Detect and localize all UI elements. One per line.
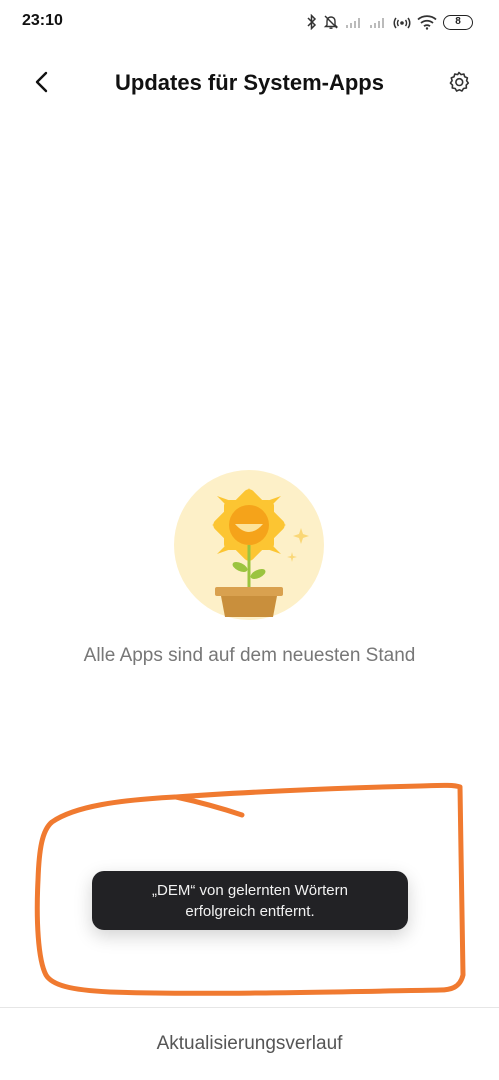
status-time: 23:10 (22, 12, 63, 29)
battery-level: 8 (455, 16, 461, 27)
page-title: Updates für System-Apps (115, 70, 384, 95)
header: Updates für System-Apps (0, 56, 499, 112)
wifi-icon (417, 14, 437, 30)
bell-muted-icon (323, 14, 339, 30)
status-icons: 8 (307, 12, 473, 32)
toast-line-2: erfolgreich entfernt. (185, 902, 315, 920)
settings-button[interactable] (443, 68, 475, 100)
update-history-link[interactable]: Aktualisierungsverlauf (0, 1033, 499, 1055)
hotspot-icon (393, 14, 411, 30)
empty-state-message: Alle Apps sind auf dem neuesten Stand (83, 645, 416, 666)
toast-line-1: „DEM“ von gelernten Wörtern (152, 881, 348, 899)
bluetooth-icon (307, 14, 317, 30)
toast-notification: „DEM“ von gelernten Wörtern erfolgreich … (92, 871, 408, 930)
signal-icon (369, 15, 387, 29)
signal-icon (345, 15, 363, 29)
gear-icon (447, 70, 471, 99)
status-bar: 23:10 8 (0, 0, 499, 44)
footer-divider (0, 1007, 499, 1008)
battery-icon: 8 (443, 14, 473, 30)
sunflower-pot-illustration (174, 470, 324, 620)
